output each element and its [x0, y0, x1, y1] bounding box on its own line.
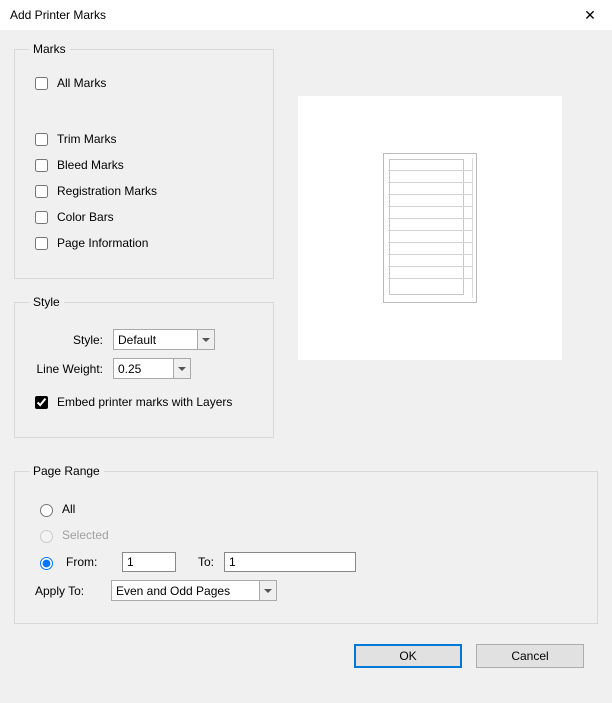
- dialog-content: Marks All Marks Trim Marks Bleed Marks R…: [0, 30, 612, 678]
- style-legend: Style: [29, 295, 64, 309]
- to-label: To:: [186, 555, 214, 569]
- bleed-marks-checkbox[interactable]: [35, 159, 48, 172]
- apply-to-select[interactable]: Even and Odd Pages: [111, 580, 277, 601]
- style-group: Style Style: Default Line Weight: 0.25: [14, 295, 274, 438]
- marks-group: Marks All Marks Trim Marks Bleed Marks R…: [14, 42, 274, 279]
- trim-marks-label: Trim Marks: [57, 132, 117, 146]
- page-range-from-radio[interactable]: [40, 557, 53, 570]
- ok-button-label: OK: [399, 649, 416, 663]
- to-input[interactable]: [224, 552, 356, 572]
- cancel-button-label: Cancel: [511, 649, 548, 663]
- all-marks-checkbox[interactable]: [35, 77, 48, 90]
- style-label: Style:: [29, 333, 113, 347]
- color-bars-label: Color Bars: [57, 210, 114, 224]
- button-bar: OK Cancel: [14, 640, 598, 668]
- page-range-group: Page Range All Selected From: To: Apply …: [14, 464, 598, 624]
- style-select-value: Default: [118, 333, 156, 347]
- all-marks-label: All Marks: [57, 76, 106, 90]
- lineweight-label: Line Weight:: [29, 362, 113, 376]
- page-information-checkbox[interactable]: [35, 237, 48, 250]
- window-title: Add Printer Marks: [10, 8, 106, 22]
- chevron-down-icon: [259, 581, 276, 600]
- lineweight-select[interactable]: 0.25: [113, 358, 191, 379]
- from-input[interactable]: [122, 552, 176, 572]
- style-select[interactable]: Default: [113, 329, 215, 350]
- page-range-selected-radio: [40, 530, 53, 543]
- apply-to-value: Even and Odd Pages: [116, 584, 230, 598]
- chevron-down-icon: [197, 330, 214, 349]
- trim-marks-checkbox[interactable]: [35, 133, 48, 146]
- page-range-legend: Page Range: [29, 464, 104, 478]
- bleed-marks-label: Bleed Marks: [57, 158, 124, 172]
- embed-layers-checkbox[interactable]: [35, 396, 48, 409]
- page-range-all-label: All: [62, 502, 75, 516]
- page-information-label: Page Information: [57, 236, 148, 250]
- registration-marks-checkbox[interactable]: [35, 185, 48, 198]
- page-range-selected-label: Selected: [62, 528, 109, 542]
- apply-to-label: Apply To:: [35, 584, 101, 598]
- registration-marks-label: Registration Marks: [57, 184, 157, 198]
- preview-background: [298, 96, 562, 360]
- embed-layers-label: Embed printer marks with Layers: [57, 395, 232, 409]
- ok-button[interactable]: OK: [354, 644, 462, 668]
- page-range-all-radio[interactable]: [40, 504, 53, 517]
- lineweight-select-value: 0.25: [118, 362, 141, 376]
- chevron-down-icon: [173, 359, 190, 378]
- color-bars-checkbox[interactable]: [35, 211, 48, 224]
- close-icon[interactable]: ✕: [568, 0, 612, 30]
- preview-document: [383, 153, 477, 303]
- marks-legend: Marks: [29, 42, 70, 56]
- cancel-button[interactable]: Cancel: [476, 644, 584, 668]
- preview-panel: [298, 96, 598, 360]
- from-label: From:: [66, 555, 112, 569]
- titlebar: Add Printer Marks ✕: [0, 0, 612, 30]
